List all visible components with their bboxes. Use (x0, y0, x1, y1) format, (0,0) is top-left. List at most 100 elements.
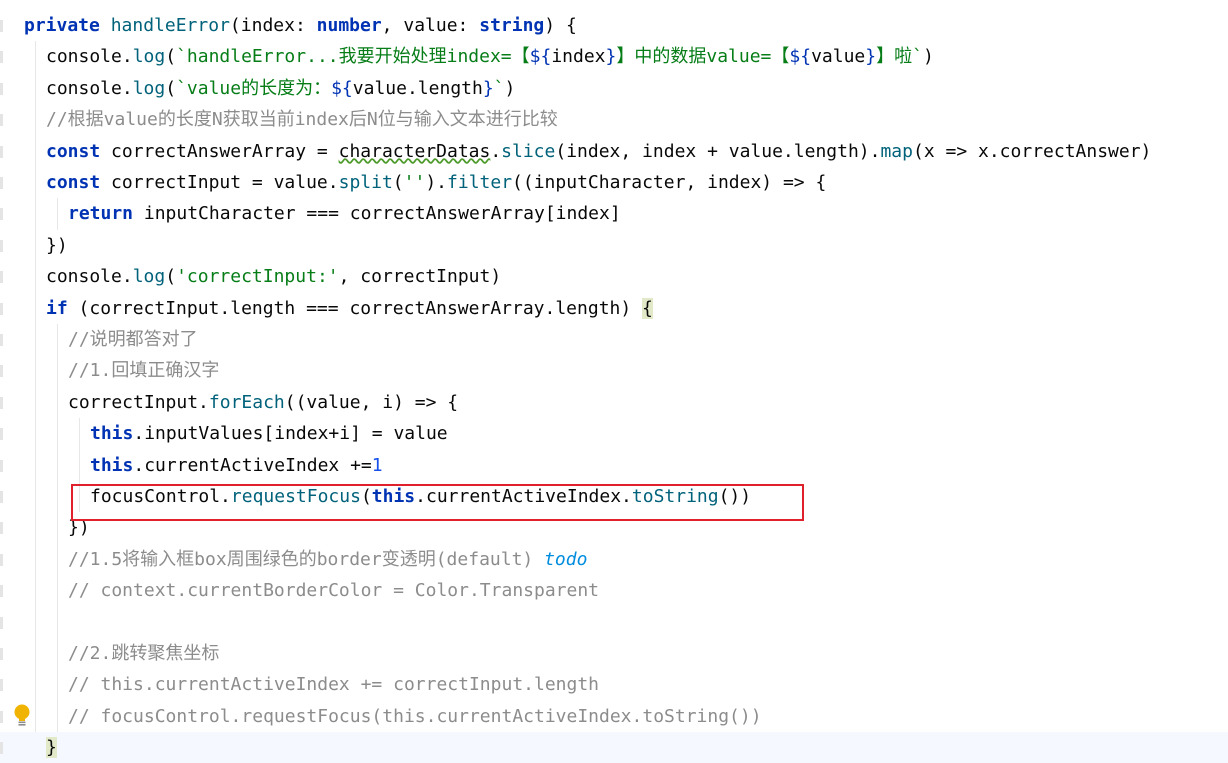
code-token: ` (493, 77, 505, 99)
code-token: return (68, 203, 144, 225)
code-line[interactable]: correctInput.forEach((value, i) => { (68, 387, 458, 418)
code-line[interactable]: console.log('correctInput:', correctInpu… (46, 261, 501, 292)
code-token: value (811, 46, 866, 68)
code-token: ) { (544, 15, 577, 36)
code-token: index (551, 46, 606, 68)
gutter-marker (0, 114, 3, 127)
gutter-marker (0, 616, 3, 629)
code-token: characterDatas (338, 140, 491, 162)
code-line[interactable]: console.log(`value的长度为：${value.length}`) (46, 73, 515, 104)
code-token: //说明都答对了 (68, 329, 198, 350)
gutter-marker (0, 553, 3, 566)
code-token: ( (165, 77, 177, 99)
code-token: index (240, 15, 295, 36)
code-line[interactable]: // context.currentBorderColor = Color.Tr… (68, 575, 599, 606)
lightbulb-icon[interactable] (13, 703, 31, 727)
gutter-marker (0, 334, 3, 346)
code-line[interactable]: this.currentActiveIndex +=1 (90, 450, 383, 481)
code-token: todo (544, 548, 588, 570)
code-token: } (605, 46, 617, 68)
gutter-marker (0, 428, 3, 441)
code-token: }) (46, 234, 68, 256)
code-token: // focusControl.requestFocus(this.curren… (68, 705, 762, 727)
code-token: slice (501, 140, 556, 162)
code-line[interactable]: const correctInput = value.split('').fil… (46, 167, 826, 198)
code-token: 】啦` (876, 46, 923, 68)
code-token: correctInput = value. (111, 172, 339, 193)
code-line[interactable]: private handleError(index: number, value… (24, 10, 577, 41)
gutter-marker (0, 302, 3, 315)
gutter-marker (0, 522, 3, 535)
code-line[interactable]: // focusControl.requestFocus(this.curren… (68, 701, 762, 732)
code-token: : (457, 15, 480, 36)
gutter-marker (0, 145, 3, 158)
code-token: : (294, 15, 317, 36)
code-line[interactable]: // this.currentActiveIndex += correctInp… (68, 669, 599, 700)
highlight-box (71, 484, 804, 521)
code-token: } (482, 77, 494, 99)
code-token: , (381, 15, 404, 36)
code-token: const (46, 172, 112, 193)
code-token: 'correctInput:' (176, 266, 339, 288)
code-token: //1.5将输入框box周围绿色的border变透明(default) (68, 548, 545, 570)
code-token: 】中的数据value=【 (616, 46, 790, 68)
code-token: split (338, 172, 393, 193)
code-token: string (479, 15, 545, 36)
code-token: this (90, 454, 134, 476)
gutter-marker (0, 396, 3, 409)
indent-guide (35, 41, 36, 733)
code-editor[interactable]: private handleError(index: number, value… (0, 0, 1228, 763)
gutter-marker (0, 82, 3, 95)
code-token: console. (46, 77, 133, 99)
code-token: correctInput. (68, 391, 209, 413)
code-token: // this.currentActiveIndex += correctInp… (68, 674, 600, 696)
code-line[interactable]: //2.跳转聚焦坐标 (68, 638, 219, 669)
code-token: .currentActiveIndex += (133, 454, 372, 476)
code-token: //1.回填正确汉字 (68, 360, 220, 382)
gutter-marker (0, 365, 3, 378)
code-token: private (24, 15, 111, 36)
code-token: log (132, 266, 166, 288)
code-token: correctAnswerArray = (111, 140, 339, 162)
gutter-marker (0, 20, 3, 32)
code-line[interactable]: //根据value的长度N获取当前index后N位与输入文本进行比较 (46, 104, 558, 135)
gutter-marker (0, 742, 3, 755)
code-token: (x => x.correctAnswer) (912, 140, 1152, 162)
code-token: forEach (208, 391, 285, 413)
code-token: ( (229, 15, 241, 36)
code-line[interactable]: this.inputValues[index+i] = value (90, 418, 448, 449)
code-line[interactable]: } (0, 732, 1228, 763)
code-line[interactable]: //1.5将输入框box周围绿色的border变透明(default) todo (68, 544, 587, 575)
code-token: ( (165, 266, 177, 288)
code-token: 1 (371, 454, 383, 476)
gutter-marker (0, 239, 3, 252)
code-line[interactable]: if (correctInput.length === correctAnswe… (46, 293, 653, 324)
code-token: //2.跳转聚焦坐标 (68, 643, 220, 664)
code-line[interactable]: console.log(`handleError...我要开始处理index=【… (46, 41, 934, 72)
gutter-marker (0, 459, 3, 472)
code-token: value.length (352, 77, 483, 99)
gutter-marker (0, 177, 3, 189)
code-token: } (865, 46, 877, 68)
code-token: //根据value的长度N获取当前index后N位与输入文本进行比较 (46, 109, 558, 131)
code-token: log (132, 77, 166, 99)
code-token: console. (46, 46, 133, 68)
code-token: , correctInput) (338, 266, 502, 288)
code-token: { (642, 297, 653, 319)
code-token: ) (922, 46, 934, 68)
code-token: .inputValues[index+i] = value (133, 423, 448, 445)
code-line[interactable]: const correctAnswerArray = characterData… (46, 136, 1151, 167)
code-token: . (490, 140, 502, 162)
gutter-marker (0, 679, 3, 692)
code-token: number (316, 15, 382, 36)
gutter-marker (0, 51, 3, 64)
code-line[interactable]: return inputCharacter === correctAnswerA… (68, 198, 621, 229)
code-token: console. (46, 266, 133, 288)
code-token: ( (392, 172, 404, 193)
code-token: (index, index + value.length). (555, 140, 881, 162)
code-token: ((value, i) => { (284, 391, 459, 413)
code-line[interactable]: //1.回填正确汉字 (68, 355, 219, 386)
code-line[interactable]: }) (46, 230, 68, 261)
code-line[interactable]: //说明都答对了 (68, 324, 198, 355)
gutter-marker (0, 648, 3, 660)
